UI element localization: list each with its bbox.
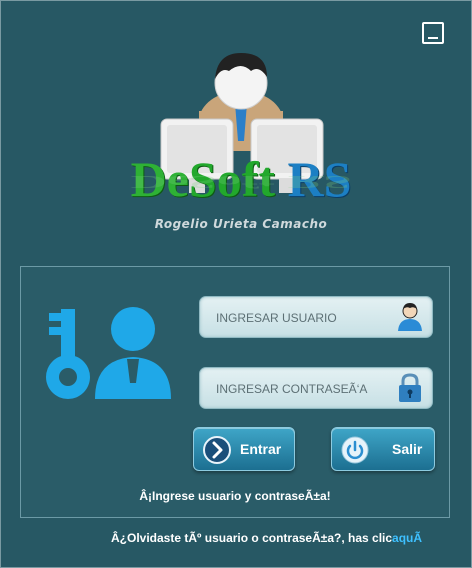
forgot-text: Â¿Olvidaste tÃº usuario o contraseÃ±a?, … <box>111 531 393 545</box>
enter-button[interactable]: Entrar <box>193 427 295 471</box>
user-icon <box>398 303 422 331</box>
author-name: Rogelio Urieta Camacho <box>154 217 328 231</box>
password-input[interactable] <box>214 379 388 399</box>
minimize-icon[interactable] <box>422 22 444 44</box>
app-logo: DeSoft RS DeSoft RS Rogelio Urieta Camac… <box>101 41 381 246</box>
login-window: DeSoft RS DeSoft RS Rogelio Urieta Camac… <box>0 0 472 568</box>
enter-button-label: Entrar <box>240 441 282 457</box>
arrow-right-icon <box>203 436 231 464</box>
exit-button-label: Salir <box>392 441 423 457</box>
power-icon <box>341 436 369 464</box>
developer-illustration <box>160 53 324 193</box>
exit-button[interactable]: Salir <box>331 427 435 471</box>
user-key-icon <box>46 307 171 399</box>
brand-reflection: DeSoft RS <box>130 172 352 192</box>
login-message: Â¡Ingrese usuario y contraseÃ±a! <box>139 489 331 503</box>
username-input[interactable] <box>214 308 388 328</box>
forgot-link[interactable]: aquÃ­ <box>392 531 422 545</box>
forgot-credentials: Â¿Olvidaste tÃº usuario o contraseÃ±a?, … <box>111 531 422 545</box>
username-field[interactable] <box>199 296 433 338</box>
lock-icon <box>399 373 421 402</box>
password-field[interactable] <box>199 367 433 409</box>
